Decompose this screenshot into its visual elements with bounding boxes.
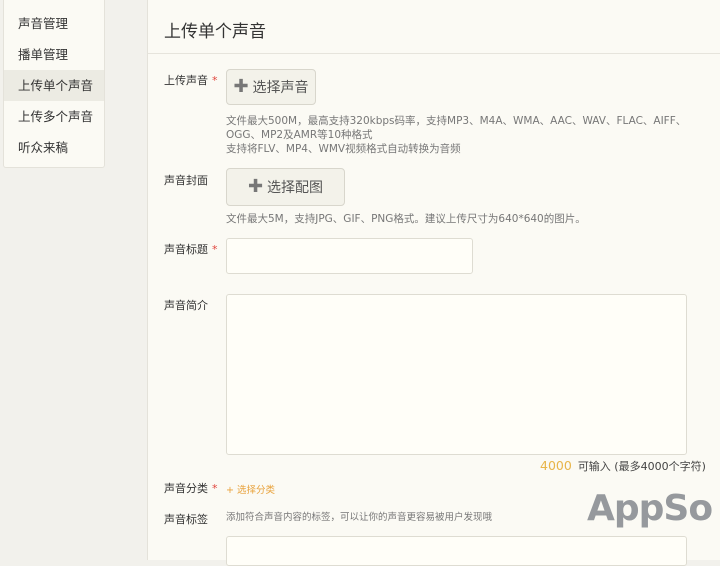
select-cover-button[interactable]: ✚ 选择配图 xyxy=(226,168,345,206)
required-mark: * xyxy=(212,74,218,87)
sidebar-item-upload-single[interactable]: 上传单个声音 xyxy=(4,70,104,101)
sidebar-item-playlist-management[interactable]: 播单管理 xyxy=(4,39,104,70)
tags-input[interactable] xyxy=(226,536,687,566)
remaining-count: 4000 xyxy=(540,458,572,473)
intro-textarea[interactable] xyxy=(226,294,687,455)
intro-label: 声音简介 xyxy=(164,299,208,312)
title-divider xyxy=(148,53,720,54)
sidebar-item-upload-multiple[interactable]: 上传多个声音 xyxy=(4,101,104,132)
select-category-link[interactable]: + 选择分类 xyxy=(226,482,275,496)
required-mark: * xyxy=(212,482,218,495)
tags-label: 声音标签 xyxy=(164,513,208,526)
category-label: 声音分类 * xyxy=(164,482,218,495)
sidebar-item-listener-submissions[interactable]: 听众来稿 xyxy=(4,132,104,163)
plus-icon: ✚ xyxy=(247,176,264,197)
plus-icon: ✚ xyxy=(233,76,249,97)
upload-audio-label: 上传声音 * xyxy=(164,74,218,87)
title-input[interactable] xyxy=(226,238,473,274)
character-counter: 4000 可输入 (最多4000个字符) xyxy=(540,458,706,473)
sidebar-item-sound-management[interactable]: 声音管理 xyxy=(4,8,104,39)
upload-form-panel: 上传单个声音 上传声音 * ✚ 选择声音 文件最大500M，最高支持320kbps… xyxy=(147,0,720,566)
sidebar: 声音管理 播单管理 上传单个声音 上传多个声音 听众来稿 xyxy=(3,0,105,168)
select-audio-button[interactable]: ✚ 选择声音 xyxy=(226,69,316,105)
cover-hint: 文件最大5M，支持JPG、GIF、PNG格式。建议上传尺寸为640*640的图片… xyxy=(226,213,586,225)
title-label: 声音标题 * xyxy=(164,243,218,256)
page-title: 上传单个声音 xyxy=(164,22,266,42)
upload-audio-hint: 文件最大500M，最高支持320kbps码率，支持MP3、M4A、WMA、AAC… xyxy=(226,115,687,155)
required-mark: * xyxy=(212,243,218,256)
appso-watermark: AppSo xyxy=(587,488,713,529)
cover-label: 声音封面 xyxy=(164,174,208,187)
